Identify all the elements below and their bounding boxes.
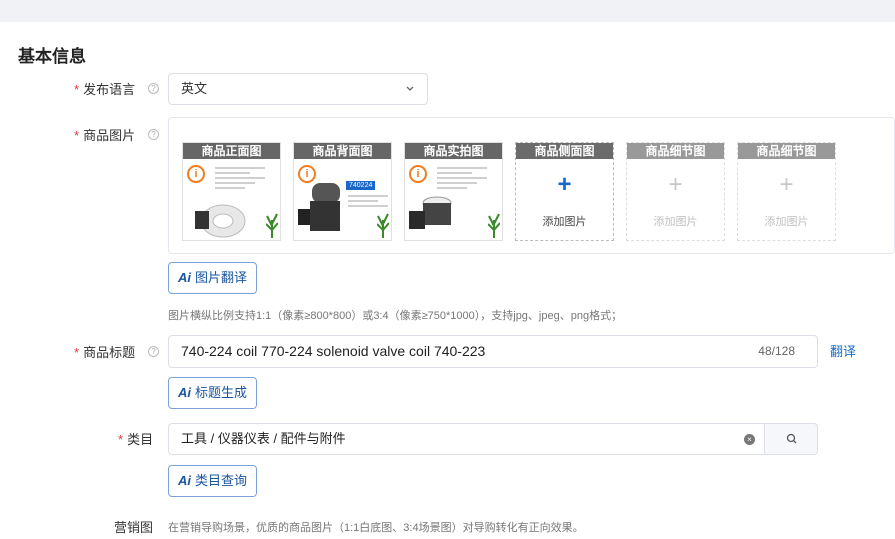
info-icon: i bbox=[409, 165, 427, 183]
info-icon: i bbox=[187, 165, 205, 183]
image-hint: 图片横纵比例支持1:1（像素≥800*800）或3:4（像素≥750*1000）… bbox=[168, 310, 623, 322]
image-slot-detail-1: 商品细节图 + 添加图片 bbox=[626, 142, 725, 241]
plus-icon: + bbox=[557, 171, 572, 198]
coil-product-image bbox=[195, 204, 246, 238]
slot-title: 商品实拍图 bbox=[405, 143, 502, 159]
category-query-button[interactable]: Ai 类目查询 bbox=[168, 465, 258, 497]
slot-title: 商品侧面图 bbox=[516, 143, 613, 159]
category-input[interactable]: 工具 / 仪器仪表 / 配件与附件 × bbox=[168, 423, 765, 455]
image-slot-detail-2: 商品细节图 + 添加图片 bbox=[737, 142, 836, 241]
plant-image bbox=[488, 213, 500, 238]
ai-icon: Ai bbox=[178, 270, 191, 285]
slot-title: 商品背面图 bbox=[294, 143, 391, 159]
basic-info-card: 基本信息 * 发布语言 ? 英文 * 商品图片 ? 商品正面图 i 商品背面图 i … bbox=[0, 22, 895, 539]
title-label: * 商品标题 bbox=[74, 345, 136, 360]
search-icon bbox=[786, 433, 797, 444]
slot-title: 商品细节图 bbox=[738, 143, 835, 159]
language-value: 英文 bbox=[181, 81, 208, 96]
image-slot-side[interactable]: 商品侧面图 + 添加图片 bbox=[515, 142, 614, 241]
ai-icon: Ai bbox=[178, 385, 191, 400]
help-icon[interactable]: ? bbox=[148, 83, 159, 94]
coil-product-image bbox=[298, 183, 340, 231]
add-image-label: 添加图片 bbox=[653, 216, 698, 228]
image-translate-button[interactable]: Ai 图片翻译 bbox=[168, 262, 258, 294]
spec-sheet bbox=[437, 167, 487, 192]
category-search-button[interactable] bbox=[764, 423, 818, 455]
plus-icon: + bbox=[779, 171, 794, 198]
clear-icon[interactable]: × bbox=[744, 434, 755, 445]
images-label: * 商品图片 bbox=[74, 128, 136, 143]
slot-title: 商品细节图 bbox=[627, 143, 724, 159]
plus-icon: + bbox=[668, 171, 683, 198]
marketing-hint: 在营销导购场景，优质的商品图片（1:1白底图、3:4场景图）对导购转化有正向效果… bbox=[168, 522, 584, 534]
language-label: * 发布语言 bbox=[74, 82, 136, 97]
spec-sheet bbox=[215, 167, 265, 192]
ai-icon: Ai bbox=[178, 473, 191, 488]
help-icon[interactable]: ? bbox=[148, 346, 159, 357]
image-slot-back[interactable]: 商品背面图 i 740224 bbox=[293, 142, 392, 241]
help-icon[interactable]: ? bbox=[148, 129, 159, 140]
title-generate-button[interactable]: Ai 标题生成 bbox=[168, 377, 258, 409]
image-upload-area: 商品正面图 i 商品背面图 i 740224 商品实拍图 i 商品侧面图 + 添… bbox=[168, 117, 895, 254]
coil-product-image bbox=[409, 196, 452, 229]
add-image-label: 添加图片 bbox=[764, 216, 809, 228]
slot-title: 商品正面图 bbox=[183, 143, 280, 159]
chevron-down-icon bbox=[405, 74, 415, 117]
model-badge: 740224 bbox=[346, 181, 376, 190]
language-select[interactable]: 英文 bbox=[168, 73, 428, 105]
add-image-label: 添加图片 bbox=[542, 216, 587, 228]
char-counter: 48/128 bbox=[758, 344, 795, 358]
image-slot-real[interactable]: 商品实拍图 i bbox=[404, 142, 503, 241]
top-bar bbox=[0, 0, 895, 22]
plant-image bbox=[266, 213, 278, 238]
marketing-label: 营销图 bbox=[114, 520, 154, 535]
section-title: 基本信息 bbox=[18, 47, 86, 66]
plant-image bbox=[377, 213, 389, 238]
image-slot-front[interactable]: 商品正面图 i bbox=[182, 142, 281, 241]
product-title-input[interactable]: 740-224 coil 770-224 solenoid valve coil… bbox=[168, 335, 818, 368]
category-label: * 类目 bbox=[118, 432, 154, 447]
translate-link[interactable]: 翻译 bbox=[830, 341, 856, 360]
